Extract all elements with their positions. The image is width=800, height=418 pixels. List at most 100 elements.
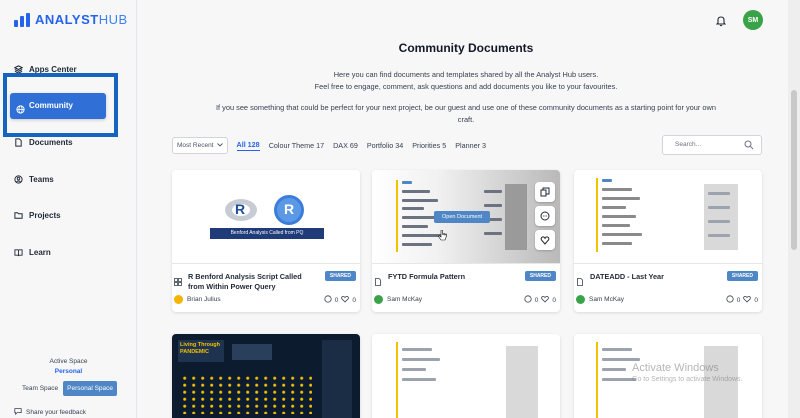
r-logo-left: R: [235, 201, 246, 217]
book-icon: [14, 248, 23, 257]
user-circle-icon: [14, 174, 23, 184]
sidebar: ANALYSTHUB Apps Center Community Documen…: [0, 0, 137, 418]
card-thumbnail: Open Document: [372, 170, 560, 264]
card-stats: 0 0: [324, 295, 356, 305]
sidebar-item-label: Projects: [29, 210, 61, 220]
page-description-line-4: craft.: [457, 115, 475, 124]
heart-icon[interactable]: [535, 230, 555, 250]
avatar: [576, 295, 585, 304]
chat-icon: [14, 407, 22, 417]
copy-icon[interactable]: [535, 182, 555, 202]
main-content: SM Community Documents Here you can find…: [138, 0, 800, 418]
scrollbar-thumb[interactable]: [791, 90, 797, 250]
page-description-line-3: If you see something that could be perfe…: [216, 103, 716, 112]
filter-colour-theme[interactable]: Colour Theme 17: [269, 141, 324, 150]
sort-value: Most Recent: [177, 142, 214, 149]
comment-count: 0: [534, 296, 539, 304]
like-count: 0: [552, 296, 556, 304]
search-input[interactable]: Search...: [662, 135, 762, 155]
grid-icon: [174, 273, 182, 291]
personal-space-button[interactable]: Personal Space: [63, 381, 118, 396]
card-author: Sam McKay: [374, 295, 422, 304]
team-space-button[interactable]: Team Space: [20, 383, 60, 394]
comment-icon[interactable]: [726, 295, 734, 305]
like-count: 0: [754, 296, 758, 304]
cursor-icon: [438, 228, 447, 246]
activate-windows-hint: Go to Settings to activate Windows.: [632, 376, 743, 383]
document-card[interactable]: Living Through PANDEMIC: [172, 334, 360, 418]
highlight-annotation-box: [3, 73, 118, 137]
document-card[interactable]: DATEADD - Last Year SHARED Sam McKay 0 0: [574, 170, 762, 312]
author-name: Sam McKay: [589, 296, 625, 303]
filter-bar: Most Recent All 128 Colour Theme 17 DAX …: [172, 137, 486, 154]
sidebar-item-label: Learn: [29, 247, 51, 257]
comment-icon[interactable]: [535, 206, 555, 226]
thumb-panel: [232, 344, 272, 360]
card-thumbnail: R R Benford Analysis Called from PQ: [172, 170, 360, 264]
active-space-value: Personal: [54, 368, 83, 375]
logo-icon: [14, 12, 30, 27]
card-stats: 0 0: [524, 295, 556, 305]
card-author: Brian Julius: [174, 295, 221, 304]
document-icon: [576, 273, 584, 291]
active-space: Active Space Personal: [0, 358, 137, 375]
like-count: 0: [352, 296, 356, 304]
user-avatar[interactable]: SM: [743, 10, 763, 30]
r-logo-right: R: [284, 201, 295, 217]
document-card[interactable]: [372, 334, 560, 418]
page-description-line-1: Here you can find documents and template…: [333, 70, 599, 79]
comment-icon[interactable]: [524, 295, 532, 305]
shared-badge: SHARED: [726, 271, 758, 281]
heart-icon[interactable]: [541, 295, 550, 305]
scrollbar[interactable]: [788, 0, 800, 418]
active-space-label: Active Space: [49, 358, 88, 365]
bell-icon[interactable]: [715, 14, 727, 32]
shared-badge: SHARED: [324, 271, 356, 281]
heart-icon[interactable]: [743, 295, 752, 305]
thumbnail-caption: Benford Analysis Called from PQ: [230, 230, 304, 236]
space-toggle: Team Space Personal Space: [20, 381, 118, 396]
sidebar-item-projects[interactable]: Projects: [14, 207, 61, 223]
card-title[interactable]: FYTD Formula Pattern: [388, 272, 516, 282]
author-name: Brian Julius: [187, 296, 221, 303]
feedback-link[interactable]: Share your feedback: [14, 407, 86, 417]
card-actions: [535, 182, 555, 250]
heart-icon[interactable]: [341, 295, 350, 305]
document-card[interactable]: R R Benford Analysis Called from PQ R Be…: [172, 170, 360, 312]
card-title[interactable]: DATEADD - Last Year: [590, 272, 718, 282]
avatar: [174, 295, 183, 304]
chevron-down-icon: [216, 142, 223, 149]
thumbnail-title: Living Through PANDEMIC: [180, 342, 221, 355]
sidebar-item-teams[interactable]: Teams: [14, 171, 54, 187]
open-document-button[interactable]: Open Document: [434, 211, 491, 223]
logo-text-bold: ANALYST: [35, 12, 99, 27]
filter-all[interactable]: All 128: [236, 140, 260, 151]
sort-dropdown[interactable]: Most Recent: [172, 137, 228, 154]
page-title: Community Documents: [398, 41, 534, 55]
document-icon: [14, 137, 23, 147]
app-logo[interactable]: ANALYSTHUB: [14, 12, 128, 27]
filter-priorities[interactable]: Priorities 5: [412, 141, 446, 150]
search-placeholder: Search...: [675, 141, 702, 148]
document-icon: [374, 273, 382, 291]
author-name: Sam McKay: [387, 296, 423, 303]
sidebar-item-learn[interactable]: Learn: [14, 244, 51, 260]
card-author: Sam McKay: [576, 295, 624, 304]
feedback-label: Share your feedback: [26, 408, 86, 416]
comment-count: 0: [334, 296, 339, 304]
thumb-scatter: [182, 374, 312, 414]
thumb-panel: [322, 340, 352, 418]
sidebar-item-documents[interactable]: Documents: [14, 134, 73, 150]
document-card[interactable]: Open Document FYTD Formula Pattern SHARE…: [372, 170, 560, 312]
filter-portfolio[interactable]: Portfolio 34: [367, 141, 403, 150]
card-thumbnail: [574, 170, 762, 264]
avatar: [374, 295, 383, 304]
page-description-line-2: Feel free to engage, comment, ask questi…: [314, 82, 618, 91]
search-icon: [744, 140, 754, 152]
card-title[interactable]: R Benford Analysis Script Called from Wi…: [188, 272, 316, 292]
filter-dax[interactable]: DAX 69: [333, 141, 358, 150]
comment-icon[interactable]: [324, 295, 332, 305]
shared-badge: SHARED: [524, 271, 556, 281]
comment-count: 0: [736, 296, 741, 304]
filter-planner[interactable]: Planner 3: [455, 141, 486, 150]
